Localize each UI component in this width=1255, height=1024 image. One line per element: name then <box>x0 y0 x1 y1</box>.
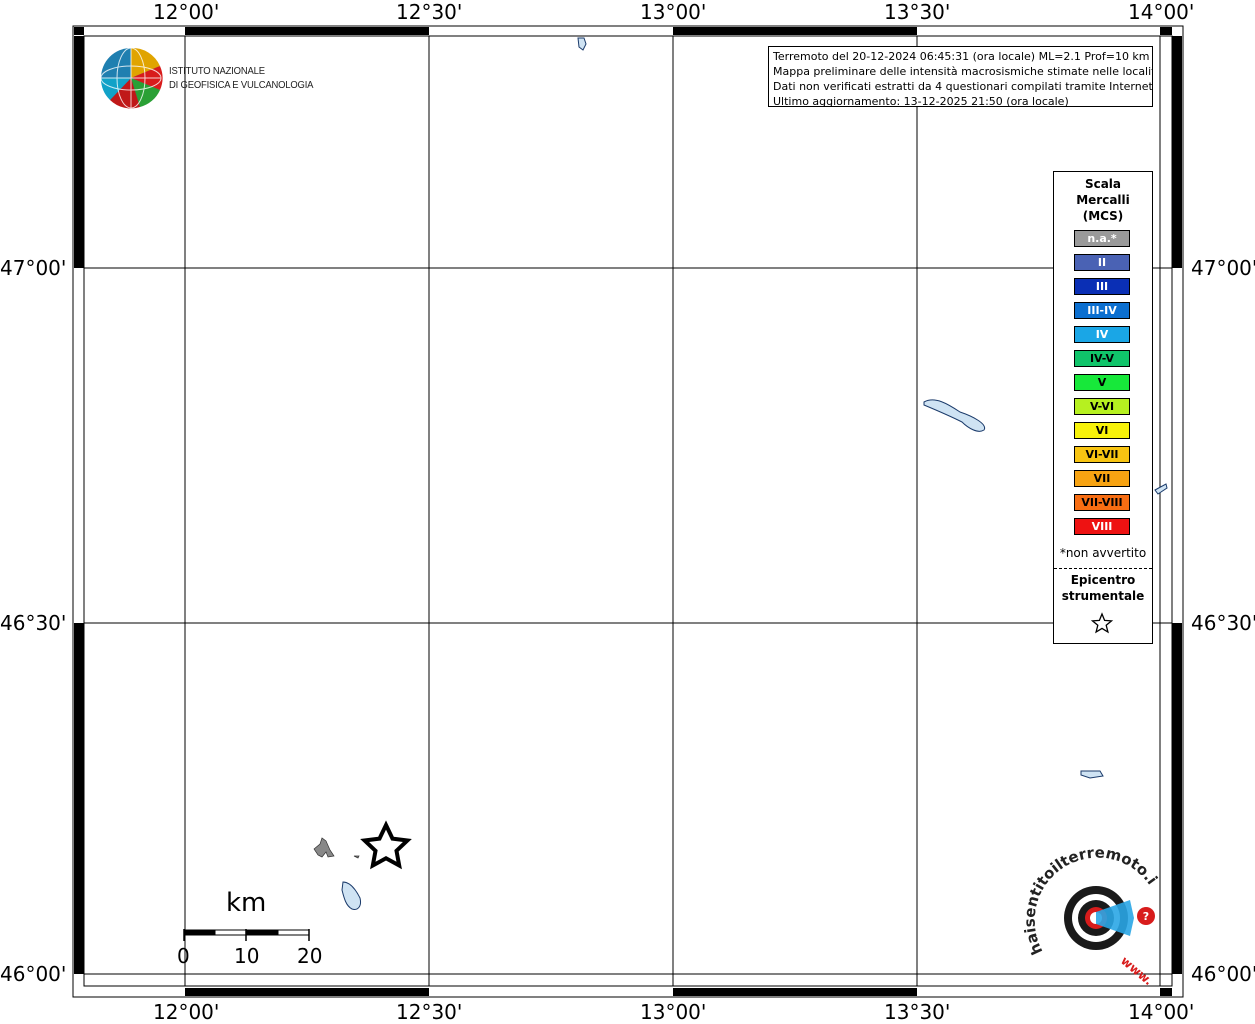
scale-label-20: 20 <box>297 944 323 968</box>
lon-label-top-1: 12°00' <box>153 0 220 24</box>
scale-label-10: 10 <box>234 944 260 968</box>
info-line-1: Terremoto del 20-12-2024 06:45:31 (ora l… <box>773 50 1150 63</box>
lat-label-left-2: 46°30' <box>0 611 67 635</box>
legend-title-1: Scala <box>1084 177 1122 191</box>
scale-label-0: 0 <box>177 944 190 968</box>
info-line-4: Ultimo aggiornamento: 13-12-2025 21:50 (… <box>773 95 1069 107</box>
legend-divider <box>1054 568 1152 569</box>
ingv-institute-name: ISTITUTO NAZIONALE DI GEOFISICA E VULCAN… <box>169 64 313 92</box>
legend-item-iii: III <box>1074 278 1130 295</box>
info-line-2: Mappa preliminare delle intensità macros… <box>773 65 1153 78</box>
ingv-logo-icon <box>100 47 163 109</box>
legend-title: Scala Mercalli (MCS) <box>1054 176 1152 224</box>
lon-label-bottom-2: 12°30' <box>396 1000 463 1024</box>
legend-epicenter-line-1: Epicentro <box>1070 573 1136 587</box>
lat-label-left-1: 47°00' <box>0 256 67 280</box>
ingv-line-1: ISTITUTO NAZIONALE <box>169 65 265 77</box>
star-icon <box>1090 612 1114 634</box>
legend-item-viii: VIII <box>1074 518 1130 535</box>
lon-label-bottom-1: 12°00' <box>153 1000 220 1024</box>
lon-label-bottom-3: 13°00' <box>640 1000 707 1024</box>
legend-item-vii-viii: VII-VIII <box>1074 494 1130 511</box>
legend-epicenter-label: Epicentro strumentale <box>1054 572 1152 604</box>
lon-label-top-5: 14°00' <box>1128 0 1195 24</box>
lat-label-right-3: 46°00' <box>1191 962 1255 986</box>
ingv-line-2: DI GEOFISICA E VULCANOLOGIA <box>169 79 314 91</box>
info-line-3: Dati non verificati estratti da 4 questi… <box>773 80 1153 93</box>
lon-label-top-4: 13°30' <box>884 0 951 24</box>
legend-item-iii-iv: III-IV <box>1074 302 1130 319</box>
lon-label-top-2: 12°30' <box>396 0 463 24</box>
lat-label-right-2: 46°30' <box>1191 611 1255 635</box>
mcs-legend: Scala Mercalli (MCS) n.a.* II III III-IV IV I… <box>1053 171 1153 644</box>
legend-title-3: (MCS) <box>1082 209 1124 223</box>
scale-bar-title: km <box>226 888 267 918</box>
legend-item-v-vi: V-VI <box>1074 398 1130 415</box>
legend-epicenter-line-2: strumentale <box>1061 589 1145 603</box>
legend-item-iv-v: IV-V <box>1074 350 1130 367</box>
legend-item-iv: IV <box>1074 326 1130 343</box>
legend-item-n-a: n.a.* <box>1074 230 1130 247</box>
legend-item-v: V <box>1074 374 1130 391</box>
legend-item-vii: VII <box>1074 470 1130 487</box>
lat-label-right-1: 47°00' <box>1191 256 1255 280</box>
legend-item-vi: VI <box>1074 422 1130 439</box>
earthquake-info-box: Terremoto del 20-12-2024 06:45:31 (ora l… <box>768 46 1153 107</box>
lon-label-top-3: 13°00' <box>640 0 707 24</box>
legend-item-vi-vii: VI-VII <box>1074 446 1130 463</box>
lat-label-left-3: 46°00' <box>0 962 67 986</box>
legend-item-ii: II <box>1074 254 1130 271</box>
legend-title-2: Mercalli <box>1076 193 1130 207</box>
legend-note: *non avvertito <box>1059 546 1147 560</box>
lon-label-bottom-5: 14°00' <box>1128 1000 1195 1024</box>
svg-text:?: ? <box>1143 910 1149 923</box>
lon-label-bottom-4: 13°30' <box>884 1000 951 1024</box>
